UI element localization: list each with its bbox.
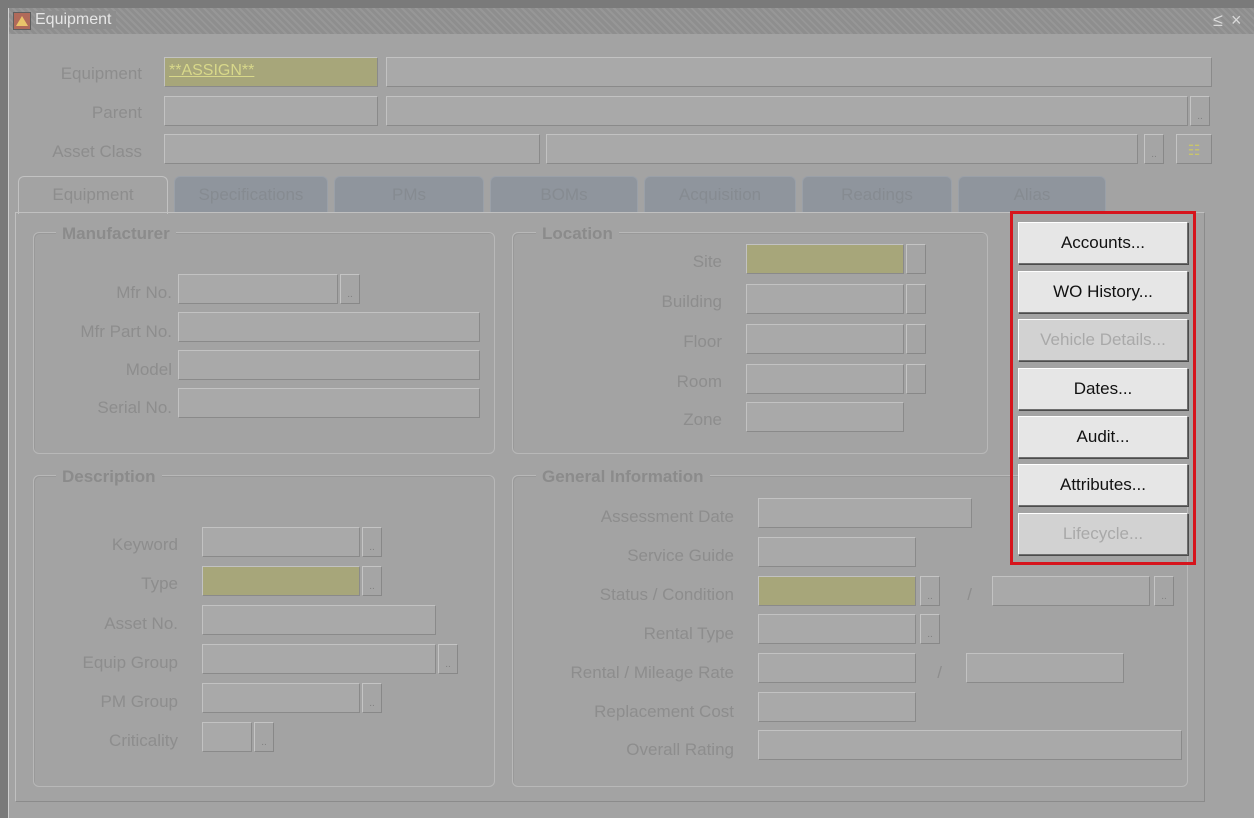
building-field[interactable] xyxy=(746,284,904,314)
type-label: Type xyxy=(141,574,178,593)
equipment-label: Equipment xyxy=(60,64,142,83)
tab-alias[interactable]: Alias xyxy=(958,176,1106,212)
room-label: Room xyxy=(676,372,722,391)
rental-type-field[interactable] xyxy=(758,614,916,644)
criticality-label: Criticality xyxy=(109,731,178,750)
description-title: Description xyxy=(56,467,162,487)
asset-class-description-field[interactable] xyxy=(546,134,1138,164)
wo-history-button[interactable]: WO History... xyxy=(1018,271,1188,313)
serial-no-label: Serial No. xyxy=(97,398,172,417)
serial-no-field[interactable] xyxy=(178,388,480,418)
tab-readings[interactable]: Readings xyxy=(802,176,952,212)
equipment-number-value: **ASSIGN** xyxy=(169,62,255,79)
lifecycle-button[interactable]: Lifecycle... xyxy=(1018,513,1188,555)
mfr-no-label: Mfr No. xyxy=(116,283,172,302)
pm-group-label: PM Group xyxy=(100,692,178,711)
type-lov-button[interactable]: .. xyxy=(362,566,382,596)
replacement-cost-field[interactable] xyxy=(758,692,916,722)
room-field[interactable] xyxy=(746,364,904,394)
status-slash: / xyxy=(967,585,972,604)
mfr-no-field[interactable] xyxy=(178,274,338,304)
zone-label: Zone xyxy=(683,410,722,429)
rate-slash: / xyxy=(937,663,942,682)
assessment-date-field[interactable] xyxy=(758,498,972,528)
type-field[interactable] xyxy=(202,566,360,596)
room-lov-button[interactable] xyxy=(906,364,926,394)
equipment-number-field[interactable]: **ASSIGN** xyxy=(164,57,378,87)
pm-group-lov-button[interactable]: .. xyxy=(362,683,382,713)
site-label: Site xyxy=(692,252,722,271)
rental-mileage-rate-label: Rental / Mileage Rate xyxy=(570,663,734,682)
keyword-field[interactable] xyxy=(202,527,360,557)
status-field[interactable] xyxy=(758,576,916,606)
site-lov-button[interactable] xyxy=(906,244,926,274)
floor-label: Floor xyxy=(683,332,722,351)
building-lov-button[interactable] xyxy=(906,284,926,314)
keyword-lov-button[interactable]: .. xyxy=(362,527,382,557)
service-guide-label: Service Guide xyxy=(627,546,734,565)
criticality-lov-button[interactable]: .. xyxy=(254,722,274,752)
service-guide-field[interactable] xyxy=(758,537,916,567)
minimize-icon[interactable]: ≤ xyxy=(1213,10,1223,31)
attributes-button[interactable]: Attributes... xyxy=(1018,464,1188,506)
asset-class-field[interactable] xyxy=(164,134,540,164)
asset-class-label: Asset Class xyxy=(52,142,142,161)
site-field[interactable] xyxy=(746,244,904,274)
close-icon[interactable]: × xyxy=(1231,10,1242,31)
asset-no-label: Asset No. xyxy=(104,614,178,633)
equip-group-field[interactable] xyxy=(202,644,436,674)
location-title: Location xyxy=(536,224,619,244)
parent-field[interactable] xyxy=(164,96,378,126)
asset-class-lov-button[interactable]: .. xyxy=(1144,134,1164,164)
equip-group-label: Equip Group xyxy=(82,653,178,672)
tab-specifications[interactable]: Specifications xyxy=(174,176,328,212)
asset-no-field[interactable] xyxy=(202,605,436,635)
accounts-button[interactable]: Accounts... xyxy=(1018,222,1188,264)
tab-equipment[interactable]: Equipment xyxy=(18,176,168,214)
tab-boms[interactable]: BOMs xyxy=(490,176,638,212)
tab-acquisition[interactable]: Acquisition xyxy=(644,176,796,212)
parent-lov-button[interactable]: .. xyxy=(1190,96,1210,126)
app-icon xyxy=(13,12,31,30)
title-bar: Equipment ≤ × xyxy=(9,8,1254,34)
building-label: Building xyxy=(661,292,723,311)
overall-rating-field[interactable] xyxy=(758,730,1182,760)
assessment-date-label: Assessment Date xyxy=(600,507,734,526)
mfr-no-lov-button[interactable]: .. xyxy=(340,274,360,304)
equipment-description-field[interactable] xyxy=(386,57,1212,87)
manufacturer-group xyxy=(33,232,495,454)
dates-button[interactable]: Dates... xyxy=(1018,368,1188,410)
model-label: Model xyxy=(125,360,172,379)
parent-description-field[interactable] xyxy=(386,96,1188,126)
manufacturer-title: Manufacturer xyxy=(56,224,176,244)
rental-type-lov-button[interactable]: .. xyxy=(920,614,940,644)
status-condition-label: Status / Condition xyxy=(599,585,734,604)
keyword-label: Keyword xyxy=(111,535,178,554)
mfr-part-no-field[interactable] xyxy=(178,312,480,342)
vehicle-details-button[interactable]: Vehicle Details... xyxy=(1018,319,1188,361)
rental-type-label: Rental Type xyxy=(643,624,734,643)
replacement-cost-label: Replacement Cost xyxy=(594,702,734,721)
hierarchy-icon[interactable]: ☷ xyxy=(1176,134,1212,164)
status-lov-button[interactable]: .. xyxy=(920,576,940,606)
overall-rating-label: Overall Rating xyxy=(626,740,734,759)
model-field[interactable] xyxy=(178,350,480,380)
condition-field[interactable] xyxy=(992,576,1150,606)
zone-field[interactable] xyxy=(746,402,904,432)
mileage-rate-field[interactable] xyxy=(966,653,1124,683)
parent-label: Parent xyxy=(91,103,142,122)
equip-group-lov-button[interactable]: .. xyxy=(438,644,458,674)
mfr-part-no-label: Mfr Part No. xyxy=(80,322,172,341)
criticality-field[interactable] xyxy=(202,722,252,752)
audit-button[interactable]: Audit... xyxy=(1018,416,1188,458)
floor-field[interactable] xyxy=(746,324,904,354)
pm-group-field[interactable] xyxy=(202,683,360,713)
rental-rate-field[interactable] xyxy=(758,653,916,683)
general-information-title: General Information xyxy=(536,467,710,487)
floor-lov-button[interactable] xyxy=(906,324,926,354)
window-title: Equipment xyxy=(35,11,116,29)
condition-lov-button[interactable]: .. xyxy=(1154,576,1174,606)
tab-pms[interactable]: PMs xyxy=(334,176,484,212)
